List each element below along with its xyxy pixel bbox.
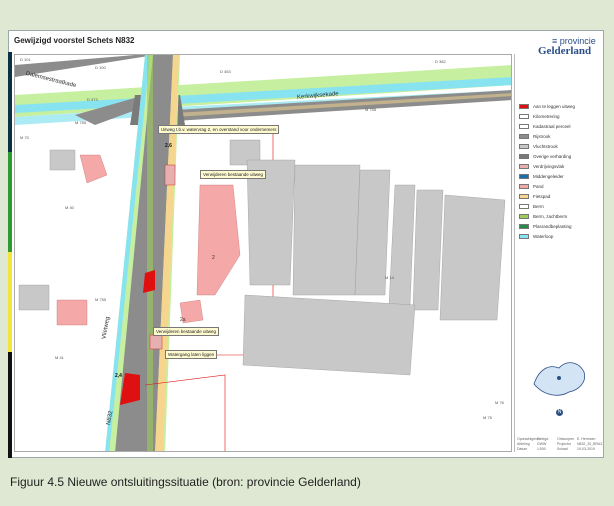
legend-swatch (519, 223, 529, 229)
meta-r3b: 1:500 (537, 447, 546, 451)
legend-swatch (519, 113, 529, 119)
legend-swatch (519, 133, 529, 139)
building-gray-8 (412, 189, 444, 311)
legend-item: Berm, zachtberm (519, 212, 567, 220)
label-m76: M 76 (495, 400, 504, 405)
label-m755a: M 755 (75, 120, 87, 125)
legend-item: Waterloop (519, 232, 553, 240)
building-house-2 (56, 299, 88, 326)
annotation-uitweg: Uitweg t.b.v. watervrag 2, en overstand … (158, 125, 280, 134)
label-m75: M 75 (483, 415, 492, 420)
map-title: Gewijzigd voorstel Schets N832 (14, 36, 135, 45)
building-gray-9 (439, 194, 506, 321)
building-gray-1 (49, 149, 76, 171)
label-building-2a: 2a (180, 317, 186, 323)
compass-icon: N (556, 409, 563, 416)
building-house-1 (79, 154, 108, 184)
meta-r1c: Ontworpen (557, 437, 575, 441)
legend-swatch (519, 123, 529, 129)
berm-zachtberm (147, 55, 153, 451)
legend-panel: Aan te leggen uitweg Kilometrering Kadas… (514, 54, 603, 452)
meta-r3c: Schaal (557, 447, 568, 451)
removal-zone-1 (149, 334, 163, 350)
legend-swatch (519, 213, 529, 219)
label-m755c: M 755 (95, 297, 107, 302)
status-color-bar (8, 52, 12, 458)
legend-swatch (519, 193, 529, 199)
meta-r1d: E. Hermsen (577, 437, 596, 441)
meta-r2b: GWW (537, 442, 547, 446)
label-m40: M 40 (65, 205, 74, 210)
map-canvas: Dalemsestraatkade Kerkwijksekade Vlietwe… (14, 54, 512, 452)
label-m41: M 41 (55, 355, 64, 360)
figure-caption: Figuur 4.5 Nieuwe ontsluitingssituatie (… (10, 475, 361, 489)
building-gray-7 (388, 184, 416, 306)
map-drawing (15, 55, 511, 451)
building-2 (196, 184, 241, 296)
label-m755b: M 755 (365, 107, 377, 112)
legend-item: Rijstrook (519, 132, 551, 140)
legend-swatch (519, 203, 529, 209)
label-m14: M 14 (385, 275, 394, 280)
meta-r2c: Projectnr (557, 442, 572, 446)
meta-r2a: Afdeling (517, 442, 530, 446)
legend-item: Vluchtstrook (519, 142, 558, 150)
legend-item: Overige verharding (519, 152, 571, 160)
removal-zone-2 (164, 164, 176, 186)
legend-swatch (519, 163, 529, 169)
annotation-verwijderen-1: Verwijderen bestaande uitweg (200, 170, 267, 179)
legend-item: Berm (519, 202, 544, 210)
legend-item: Fietspad (519, 192, 550, 200)
legend-item: Kilometrering (519, 112, 560, 120)
legend-item: Aan te leggen uitweg (519, 102, 575, 110)
meta-r2d: N832_20_BRA3 (577, 442, 603, 446)
legend-item: Middengeleider (519, 172, 564, 180)
building-gray-10 (242, 294, 416, 376)
legend-swatch (519, 143, 529, 149)
label-distance-24: 2,4 (115, 373, 122, 379)
building-gray-2 (18, 284, 50, 311)
building-gray-5 (292, 164, 361, 296)
label-d382: D 382 (435, 59, 446, 64)
label-m70: M 70 (20, 135, 29, 140)
meta-r3a: Datum (517, 447, 528, 451)
label-d373: D 373 (87, 97, 98, 102)
label-distance-26: 2,6 (165, 143, 172, 149)
legend-item: Kadastraal perceel (519, 122, 571, 130)
annotation-verwijderen-2: Verwijderen bestaande uitweg (153, 327, 220, 336)
label-d100: D 100 (95, 65, 106, 70)
label-d453: D 453 (220, 69, 231, 74)
meta-r1b: Gelegd (537, 437, 549, 441)
legend-swatch (519, 153, 529, 159)
legend-item: Plasrandbeplanting (519, 222, 572, 230)
label-d101: D 101 (20, 57, 31, 62)
legend-swatch (519, 103, 529, 109)
annotation-watergang: Watergang laten liggen (165, 350, 218, 359)
gelderland-outline (533, 362, 586, 396)
legend-item: Pand (519, 182, 544, 190)
legend-swatch (519, 233, 529, 239)
legend-swatch (519, 173, 529, 179)
legend-swatch (519, 183, 529, 189)
legend-item: Verdrijvingsvlak (519, 162, 564, 170)
label-building-2: 2 (212, 255, 215, 261)
meta-r3d: 19-03-2019 (577, 447, 595, 451)
